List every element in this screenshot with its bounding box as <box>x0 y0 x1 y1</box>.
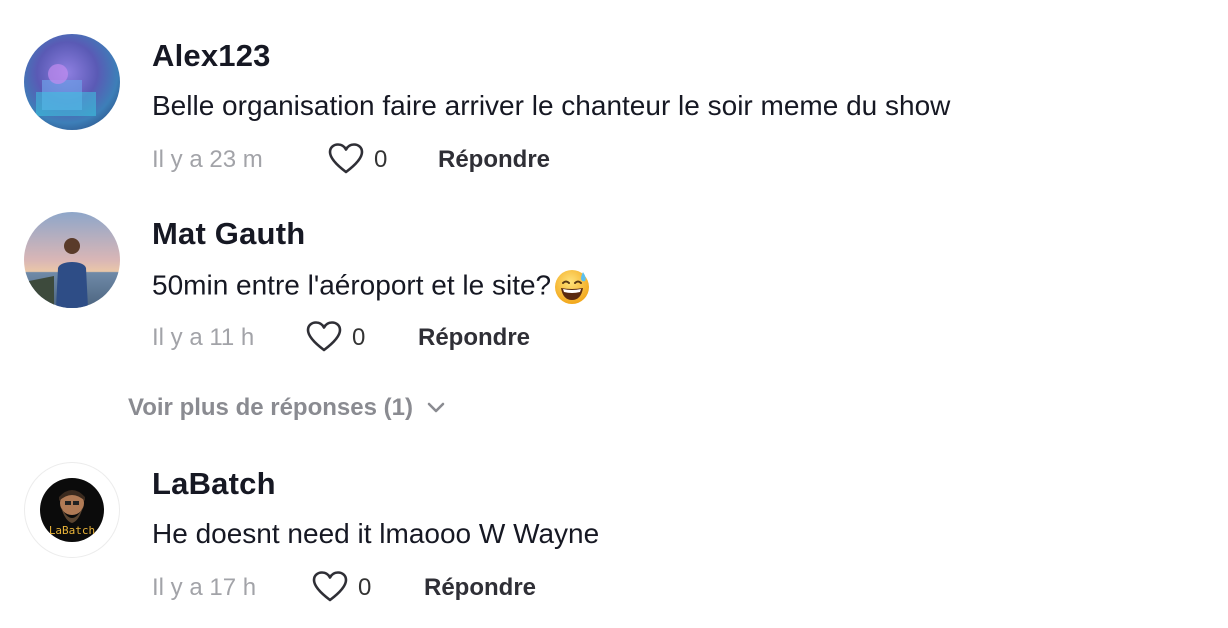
labatch-logo-avatar-icon: LaBatch <box>40 478 104 542</box>
like-count: 0 <box>352 324 366 351</box>
avatar-logo-text: LaBatch <box>49 524 95 537</box>
reply-button[interactable]: Répondre <box>438 146 550 174</box>
comment-text: Belle organisation faire arriver le chan… <box>152 90 951 121</box>
comment-item: LaBatch LaBatch He doesnt need it lmaooo… <box>0 458 1228 628</box>
username[interactable]: Mat Gauth <box>152 216 305 252</box>
photo-avatar-icon <box>24 34 120 130</box>
grinning-sweat-emoji <box>555 270 590 304</box>
comment-time: Il y a 17 h <box>152 574 257 601</box>
comment-text: 50min entre l'aéroport et le site? <box>152 268 591 306</box>
comment-item: Alex123 Belle organisation faire arriver… <box>0 30 1228 200</box>
heart-icon[interactable] <box>306 321 342 353</box>
comment-time: Il y a 11 h <box>152 324 255 351</box>
username[interactable]: LaBatch <box>152 466 276 502</box>
reply-button[interactable]: Répondre <box>418 324 530 352</box>
avatar[interactable] <box>24 34 120 130</box>
photo-avatar-icon <box>24 212 120 308</box>
avatar[interactable]: LaBatch <box>24 462 120 558</box>
avatar[interactable] <box>24 212 120 308</box>
view-more-replies-label: Voir plus de réponses (1) <box>128 394 413 421</box>
reply-button[interactable]: Répondre <box>424 574 536 602</box>
comment-text: He doesnt need it lmaooo W Wayne <box>152 518 600 549</box>
like-count: 0 <box>358 574 372 601</box>
comment-item: Mat Gauth 50min entre l'aéroport et le s… <box>0 208 1228 378</box>
comment-time: Il y a 23 m <box>152 146 263 173</box>
heart-icon[interactable] <box>328 143 364 175</box>
chevron-down-icon <box>427 402 445 413</box>
heart-icon[interactable] <box>312 571 348 603</box>
view-more-replies-button[interactable]: Voir plus de réponses (1) <box>128 394 445 428</box>
like-count: 0 <box>374 146 388 173</box>
comment-text-body: 50min entre l'aéroport et le site? <box>152 269 552 301</box>
username[interactable]: Alex123 <box>152 38 271 74</box>
